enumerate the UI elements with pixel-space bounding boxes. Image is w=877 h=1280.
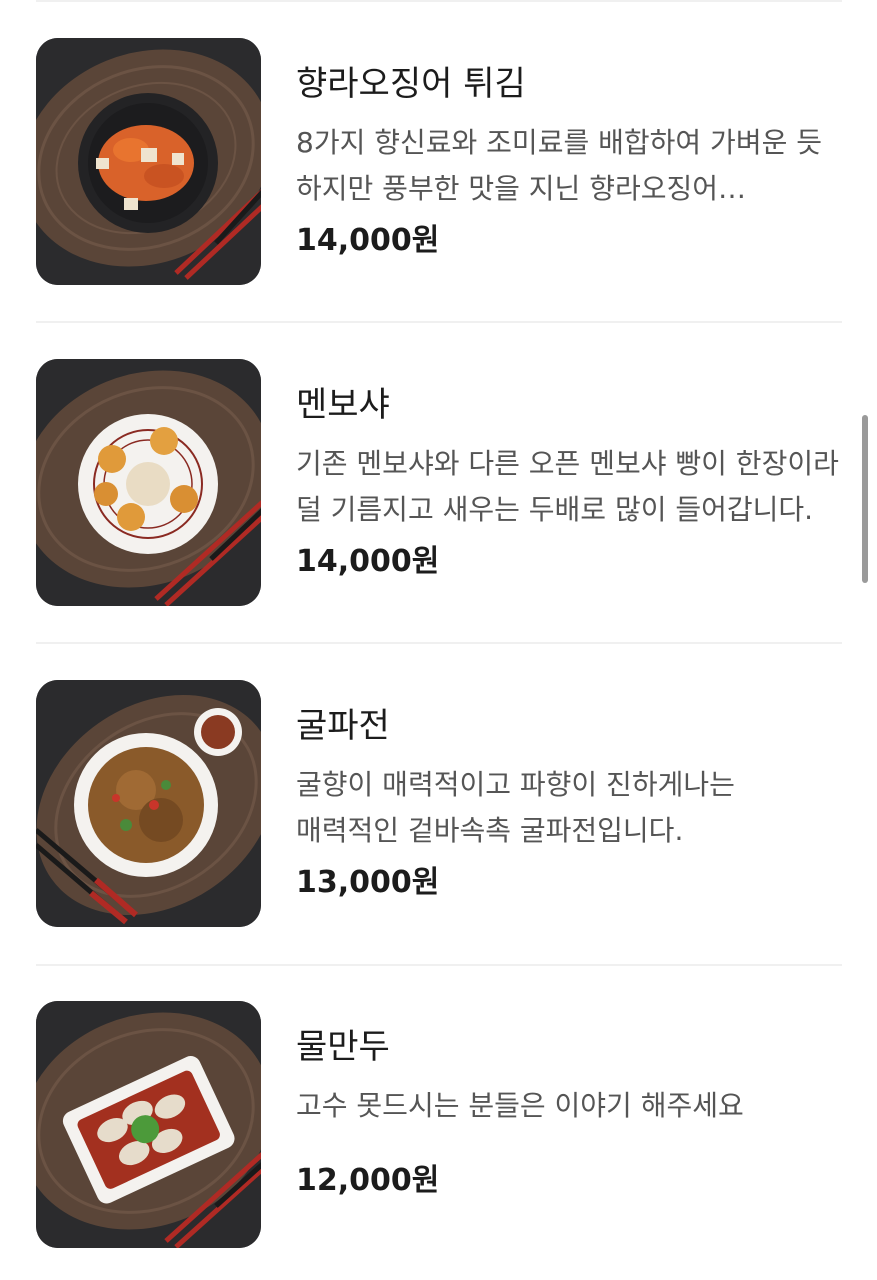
fried-squid-photo-icon <box>36 38 261 285</box>
menu-item-price: 14,000원 <box>296 223 440 258</box>
menu-item-name: 멘보샤 <box>296 385 390 425</box>
menu-item-oyster-pancake[interactable]: 굴파전 굴향이 매력적이고 파향이 진하게나는 매력적인 겉바속촉 굴파전입니다… <box>0 680 877 930</box>
menu-item-description: 고수 못드시는 분들은 이야기 해주세요 <box>296 1089 744 1122</box>
divider <box>36 964 842 966</box>
menu-item-price: 12,000원 <box>296 1163 440 1198</box>
menu-item-image <box>36 680 261 927</box>
divider <box>36 0 842 2</box>
vertical-scrollbar[interactable] <box>862 415 868 583</box>
menu-item-description: 굴향이 매력적이고 파향이 진하게나는 매력적인 겉바속촉 굴파전입니다. <box>296 768 735 847</box>
divider <box>36 642 842 644</box>
dumplings-photo-icon <box>36 1001 261 1248</box>
menu-item-image <box>36 359 261 606</box>
menu-item-name: 향라오징어 튀김 <box>296 64 526 104</box>
menu-list: 향라오징어 튀김 8가지 향신료와 조미료를 배합하여 가벼운 듯 하지만 풍부… <box>0 0 877 1280</box>
menu-item-description: 8가지 향신료와 조미료를 배합하여 가벼운 듯 하지만 풍부한 맛을 지닌 향… <box>296 126 822 205</box>
menu-item-dumplings[interactable]: 물만두 고수 못드시는 분들은 이야기 해주세요 12,000원 <box>0 1001 877 1251</box>
menu-item-description: 기존 멘보샤와 다른 오픈 멘보샤 빵이 한장이라 덜 기름지고 새우는 두배로… <box>296 447 839 526</box>
menu-item-price: 13,000원 <box>296 865 440 900</box>
menu-item-image <box>36 1001 261 1248</box>
oyster-pancake-photo-icon <box>36 680 261 927</box>
menu-item-image <box>36 38 261 285</box>
menu-item-price: 14,000원 <box>296 544 440 579</box>
menu-item-name: 물만두 <box>296 1027 390 1067</box>
menu-item-name: 굴파전 <box>296 706 390 746</box>
menu-item-menbosha[interactable]: 멘보샤 기존 멘보샤와 다른 오픈 멘보샤 빵이 한장이라 덜 기름지고 새우는… <box>0 359 877 609</box>
divider <box>36 321 842 323</box>
shrimp-toast-photo-icon <box>36 359 261 606</box>
menu-item-fried-squid[interactable]: 향라오징어 튀김 8가지 향신료와 조미료를 배합하여 가벼운 듯 하지만 풍부… <box>0 38 877 288</box>
